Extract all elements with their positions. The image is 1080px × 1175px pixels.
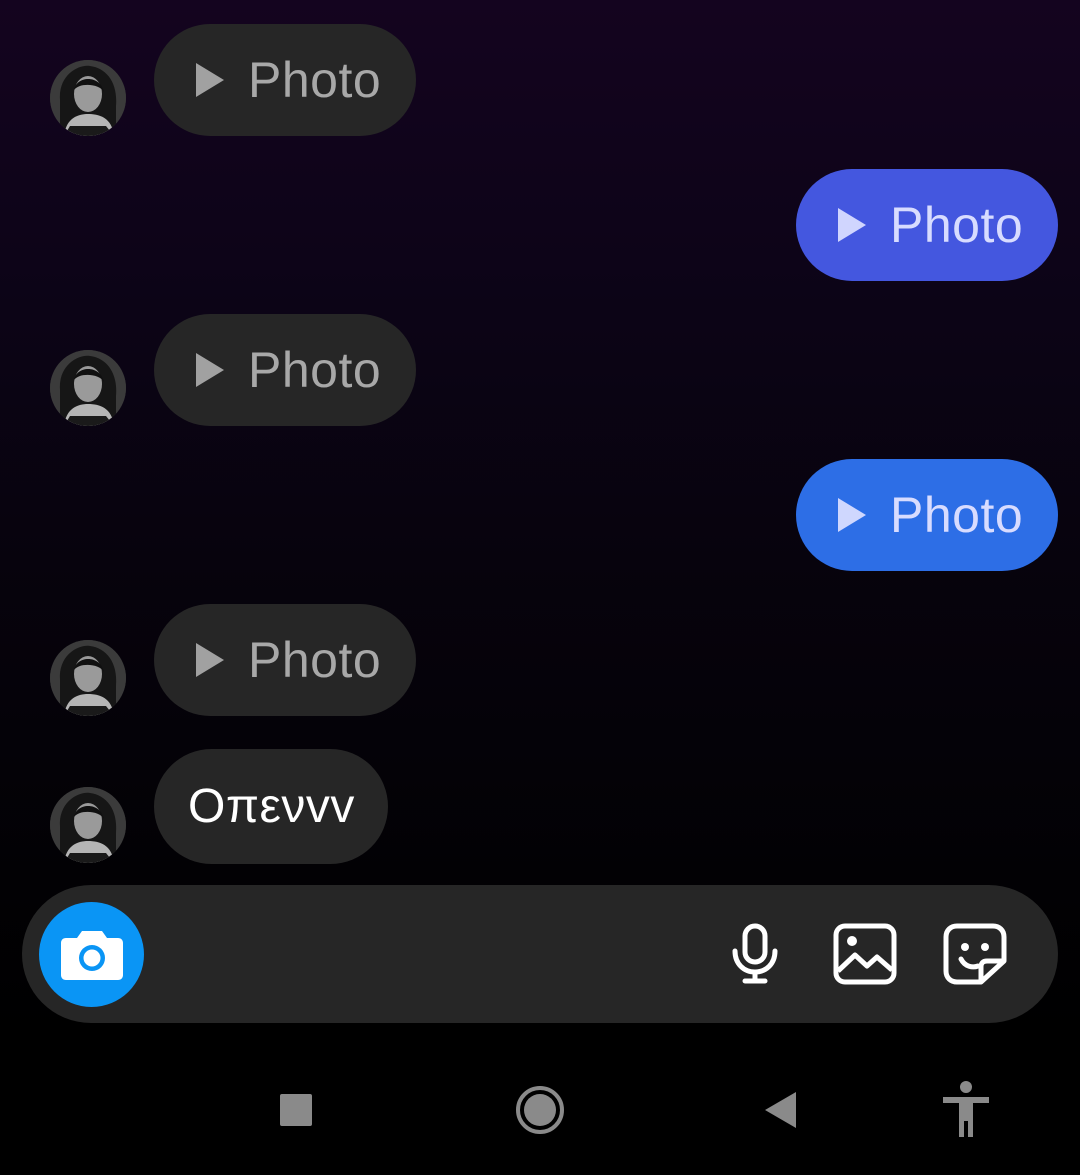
message-label: Photo xyxy=(890,197,1024,253)
play-icon xyxy=(838,498,866,532)
message-label: Photo xyxy=(248,52,382,108)
sticker-button[interactable] xyxy=(942,921,1008,987)
camera-button[interactable] xyxy=(39,902,144,1007)
sticker-icon xyxy=(943,923,1007,985)
message-thread: Photo Photo Photo Photo Photo Οπενvv xyxy=(0,0,1080,880)
incoming-photo-message[interactable]: Photo xyxy=(154,24,416,136)
recents-icon xyxy=(280,1094,312,1126)
message-composer[interactable] xyxy=(22,885,1058,1023)
contact-avatar[interactable] xyxy=(50,60,126,136)
message-text: Οπενvv xyxy=(188,780,355,833)
play-icon xyxy=(196,63,224,97)
back-button[interactable] xyxy=(750,1080,810,1140)
gallery-icon xyxy=(833,923,897,985)
message-label: Photo xyxy=(890,487,1024,543)
outgoing-photo-message[interactable]: Photo xyxy=(796,169,1058,281)
recents-button[interactable] xyxy=(266,1080,326,1140)
gallery-button[interactable] xyxy=(832,921,898,987)
microphone-icon xyxy=(732,923,778,984)
accessibility-icon xyxy=(943,1081,989,1137)
incoming-photo-message[interactable]: Photo xyxy=(154,604,416,716)
outgoing-photo-message[interactable]: Photo xyxy=(796,459,1058,571)
camera-icon xyxy=(60,930,123,980)
incoming-text-message[interactable]: Οπενvv xyxy=(154,749,388,864)
microphone-button[interactable] xyxy=(722,921,788,987)
play-icon xyxy=(196,643,224,677)
contact-avatar[interactable] xyxy=(50,787,126,863)
back-icon xyxy=(765,1092,796,1128)
contact-avatar[interactable] xyxy=(50,640,126,716)
message-label: Photo xyxy=(248,632,382,688)
play-icon xyxy=(838,208,866,242)
play-icon xyxy=(196,353,224,387)
contact-avatar[interactable] xyxy=(50,350,126,426)
home-button[interactable] xyxy=(510,1080,570,1140)
home-icon xyxy=(516,1086,564,1134)
system-navigation-bar xyxy=(0,1048,1080,1175)
message-label: Photo xyxy=(248,342,382,398)
accessibility-button[interactable] xyxy=(936,1078,996,1142)
incoming-photo-message[interactable]: Photo xyxy=(154,314,416,426)
